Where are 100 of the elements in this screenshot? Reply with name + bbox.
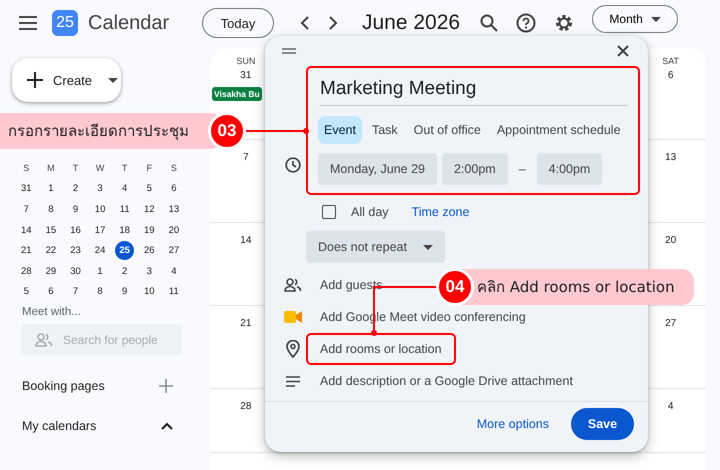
calendar-day[interactable]: 22 bbox=[41, 241, 60, 260]
calendar-day[interactable]: 1 bbox=[90, 262, 110, 281]
drag-handle-icon[interactable] bbox=[282, 48, 296, 54]
settings-icon[interactable] bbox=[554, 13, 574, 33]
calendar-day[interactable]: 6 bbox=[41, 282, 60, 302]
calendar-day[interactable]: 7 bbox=[66, 282, 85, 302]
date-number[interactable]: 6 bbox=[668, 70, 674, 81]
title-field[interactable]: Marketing Meeting bbox=[320, 76, 628, 106]
save-button[interactable]: Save bbox=[571, 408, 634, 440]
weekday-label: W bbox=[96, 163, 104, 174]
calendar-day[interactable]: 23 bbox=[66, 241, 85, 260]
chevron-up-icon[interactable] bbox=[161, 422, 173, 430]
calendar-day[interactable]: 10 bbox=[90, 200, 110, 219]
calendar-day[interactable]: 4 bbox=[164, 262, 184, 281]
calendar-day[interactable]: 3 bbox=[90, 179, 110, 198]
event-type-tab[interactable]: Appointment schedule bbox=[490, 116, 627, 144]
calendar-day[interactable]: 3 bbox=[140, 262, 159, 281]
month-title: June 2026 bbox=[362, 11, 460, 35]
date-number[interactable]: 14 bbox=[240, 235, 252, 246]
repeat-dropdown[interactable]: Does not repeat bbox=[306, 231, 445, 263]
app-name: Calendar bbox=[88, 12, 170, 34]
view-dropdown[interactable]: Month bbox=[592, 5, 678, 33]
calendar-logo: 25 bbox=[52, 10, 78, 36]
close-icon[interactable] bbox=[617, 45, 629, 57]
date-number[interactable]: 20 bbox=[665, 235, 676, 246]
option-link[interactable]: Add rooms or location bbox=[308, 342, 442, 356]
calendar-day[interactable]: 11 bbox=[164, 282, 184, 302]
calendar-day[interactable]: 18 bbox=[115, 220, 134, 240]
search-icon[interactable] bbox=[480, 14, 498, 32]
today-button[interactable]: Today bbox=[202, 8, 274, 38]
calendar-day[interactable]: 25 bbox=[115, 241, 134, 260]
event-chip[interactable]: Visakha Bu bbox=[212, 87, 262, 101]
date-number[interactable]: 31 bbox=[240, 70, 252, 81]
calendar-day[interactable]: 14 bbox=[16, 220, 36, 240]
weekday-label: T bbox=[72, 163, 78, 174]
calendar-day[interactable]: 9 bbox=[115, 282, 134, 302]
date-number[interactable]: 7 bbox=[243, 152, 249, 163]
time-separator: – bbox=[518, 162, 526, 176]
calendar-day[interactable]: 5 bbox=[140, 179, 159, 198]
weekday-label: M bbox=[47, 163, 55, 174]
chevron-left-icon[interactable] bbox=[300, 16, 310, 30]
calendar-day[interactable]: 6 bbox=[164, 179, 184, 198]
menu-icon[interactable] bbox=[18, 16, 38, 30]
calendar-day[interactable]: 10 bbox=[140, 282, 159, 302]
calendar-day[interactable]: 2 bbox=[115, 262, 134, 281]
more-options-link[interactable]: More options bbox=[476, 417, 549, 431]
date-number[interactable]: 21 bbox=[240, 318, 252, 329]
calendar-day[interactable]: 28 bbox=[16, 262, 36, 281]
calendar-day[interactable]: 7 bbox=[16, 200, 36, 219]
calendar-day[interactable]: 19 bbox=[140, 220, 159, 240]
calendar-day[interactable]: 27 bbox=[164, 241, 184, 260]
section-heading[interactable]: Booking pages bbox=[22, 379, 105, 394]
checkbox[interactable] bbox=[322, 205, 336, 219]
date-number[interactable]: 4 bbox=[668, 401, 674, 412]
add-icon[interactable] bbox=[159, 379, 173, 394]
calendar-day[interactable]: 21 bbox=[16, 241, 36, 260]
calendar-day[interactable]: 15 bbox=[41, 220, 60, 240]
date-number[interactable]: 28 bbox=[240, 401, 252, 412]
calendar-day[interactable]: 13 bbox=[164, 200, 184, 219]
option-link[interactable]: Add description or a Google Drive attachment bbox=[306, 374, 573, 388]
calendar-day[interactable]: 29 bbox=[41, 262, 60, 281]
calendar-day[interactable]: 8 bbox=[41, 200, 60, 219]
calendar-day[interactable]: 4 bbox=[115, 179, 134, 198]
date-field[interactable]: Monday, June 29 bbox=[318, 153, 437, 185]
calendar-day[interactable]: 24 bbox=[90, 241, 110, 260]
time-zone-link[interactable]: Time zone bbox=[412, 205, 470, 219]
date-number[interactable]: 13 bbox=[665, 152, 676, 163]
calendar-day[interactable]: 9 bbox=[66, 200, 85, 219]
start-time-field[interactable]: 2:00pm bbox=[442, 153, 508, 185]
chevron-right-icon[interactable] bbox=[328, 16, 338, 30]
calendar-day[interactable]: 20 bbox=[164, 220, 184, 240]
weekday-label: S bbox=[23, 163, 30, 174]
calendar-day[interactable]: 1 bbox=[41, 179, 60, 198]
calendar-day[interactable]: 31 bbox=[16, 179, 36, 198]
checkbox-label: All day bbox=[351, 205, 389, 219]
caret-icon bbox=[650, 16, 661, 22]
help-icon[interactable] bbox=[516, 13, 536, 33]
calendar-day[interactable]: 2 bbox=[66, 179, 85, 198]
create-button[interactable]: Create bbox=[12, 58, 121, 102]
end-time-field[interactable]: 4:00pm bbox=[536, 153, 602, 185]
section-heading: Meet with... bbox=[22, 306, 82, 318]
calendar-day[interactable]: 5 bbox=[16, 282, 36, 302]
weekday-label: S bbox=[170, 163, 177, 174]
section-heading[interactable]: My calendars bbox=[22, 419, 96, 434]
caret-icon bbox=[422, 244, 433, 250]
calendar-day[interactable]: 16 bbox=[66, 220, 85, 240]
event-type-tab[interactable]: Event bbox=[318, 116, 362, 144]
calendar-day[interactable]: 11 bbox=[115, 200, 134, 219]
weekday-header: SAT bbox=[662, 56, 680, 66]
calendar-day[interactable]: 17 bbox=[90, 220, 110, 240]
calendar-day[interactable]: 8 bbox=[90, 282, 110, 302]
video-camera-icon bbox=[284, 311, 302, 323]
calendar-day[interactable]: 12 bbox=[140, 200, 159, 219]
people-icon bbox=[35, 332, 53, 347]
calendar-day[interactable]: 26 bbox=[140, 241, 159, 260]
calendar-day[interactable]: 30 bbox=[66, 262, 85, 281]
people-icon bbox=[284, 278, 302, 292]
date-number[interactable]: 27 bbox=[665, 318, 676, 329]
event-type-tab[interactable]: Task bbox=[366, 116, 404, 144]
event-type-tab[interactable]: Out of office bbox=[408, 116, 487, 144]
